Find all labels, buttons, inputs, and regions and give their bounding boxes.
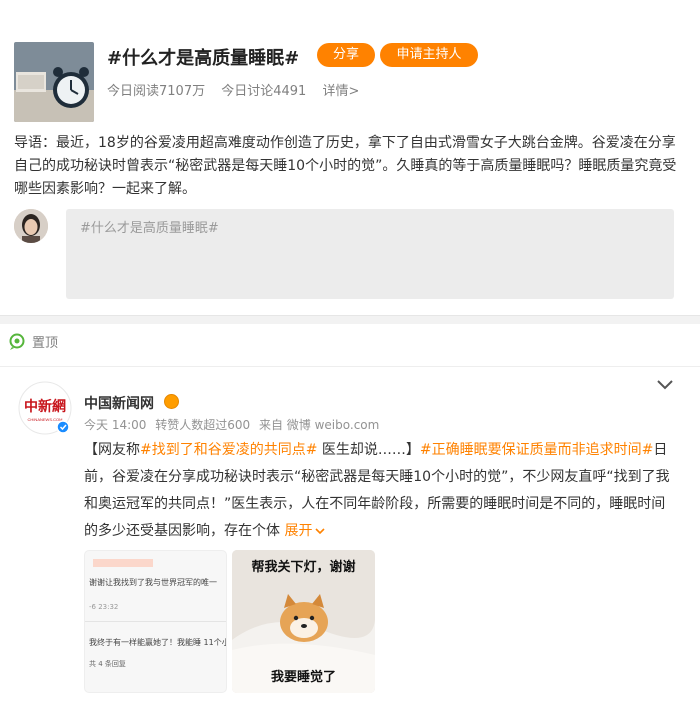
image1-comment-2: 我终于有一样能赢她了！我能睡 11个小 bbox=[89, 638, 227, 647]
topic-cover-image bbox=[14, 42, 94, 122]
today-reads: 今日阅读7107万 bbox=[107, 84, 206, 99]
avatar-logo-sub: CHINANEWS.COM bbox=[28, 417, 63, 422]
user-avatar[interactable] bbox=[14, 209, 48, 243]
post-image-2[interactable]: 帮我关下灯，谢谢 我要睡觉了 bbox=[232, 550, 375, 693]
details-link[interactable]: 详情> bbox=[322, 84, 359, 99]
divider bbox=[0, 366, 700, 367]
post-image-1[interactable]: 谢谢让我找到了我与世界冠军的唯一 -6 23:32 我终于有一样能赢她了！我能睡… bbox=[84, 550, 227, 693]
pinned-header: 置顶 bbox=[8, 332, 58, 351]
image1-time: -6 23:32 bbox=[89, 603, 119, 611]
post-time[interactable]: 今天 14:00 bbox=[84, 418, 146, 432]
topic-stats: 今日阅读7107万 今日讨论4491 详情> bbox=[107, 80, 371, 99]
post-meta: 今天 14:00 转赞人数超过600 来自 微博 weibo.com bbox=[84, 416, 384, 433]
pin-icon bbox=[8, 333, 26, 351]
feed-card: 置顶 中新網 CHINANEWS.COM 中国新闻网 今天 14:00 转赞人数… bbox=[0, 324, 700, 720]
author-avatar[interactable]: 中新網 CHINANEWS.COM bbox=[18, 381, 72, 435]
topic-card: #什么才是高质量睡眠# 分享 申请主持人 今日阅读7107万 今日讨论4491 … bbox=[0, 0, 700, 316]
post-text: 【网友称#找到了和谷爱凌的共同点# 医生却说……】#正确睡眠要保证质量而非追求时… bbox=[84, 437, 676, 545]
post-text-open: 【网友称 bbox=[84, 442, 140, 458]
chevron-down-icon[interactable] bbox=[656, 376, 674, 395]
topic-title: #什么才是高质量睡眠# bbox=[107, 48, 300, 69]
post-composer-input[interactable]: #什么才是高质量睡眠# bbox=[66, 209, 674, 299]
apply-host-button[interactable]: 申请主持人 bbox=[380, 43, 478, 67]
expand-chevron-icon bbox=[315, 528, 326, 535]
post-reposts: 转赞人数超过600 bbox=[155, 418, 251, 432]
hashtag-link[interactable]: #找到了和谷爱凌的共同点# bbox=[140, 442, 317, 458]
hashtag-link[interactable]: #正确睡眠要保证质量而非追求时间# bbox=[420, 442, 653, 458]
topic-guide: 导语：最近，18岁的谷爱凌用超高难度动作创造了历史，拿下了自由式滑雪女子大跳台金… bbox=[14, 135, 677, 197]
image1-replies: 共 4 条回复 bbox=[89, 660, 126, 668]
image2-bottom-caption: 我要睡觉了 bbox=[270, 670, 336, 685]
verified-icon bbox=[56, 420, 70, 434]
image2-top-caption: 帮我关下灯，谢谢 bbox=[251, 560, 356, 575]
today-discussions: 今日讨论4491 bbox=[221, 84, 307, 99]
pinned-label: 置顶 bbox=[32, 336, 59, 351]
expand-button[interactable]: 展开 bbox=[284, 523, 326, 539]
image1-comment-1: 谢谢让我找到了我与世界冠军的唯一 bbox=[89, 578, 217, 587]
post-source: 来自 微博 weibo.com bbox=[258, 418, 380, 432]
avatar-logo-text: 中新網 bbox=[24, 398, 66, 415]
author-name[interactable]: 中国新闻网 bbox=[84, 393, 154, 413]
vip-badge-icon bbox=[164, 394, 179, 409]
share-button[interactable]: 分享 bbox=[317, 43, 375, 67]
post-text-mid: 医生却说……】 bbox=[317, 442, 420, 458]
